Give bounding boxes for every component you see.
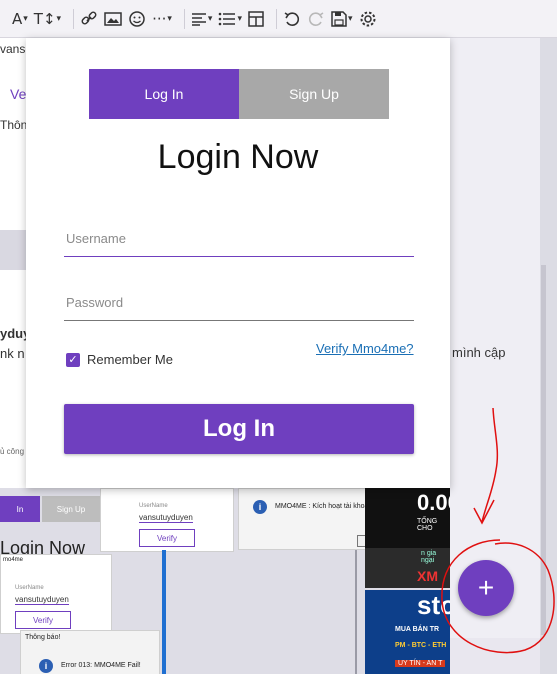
red-annotation	[441, 407, 555, 654]
